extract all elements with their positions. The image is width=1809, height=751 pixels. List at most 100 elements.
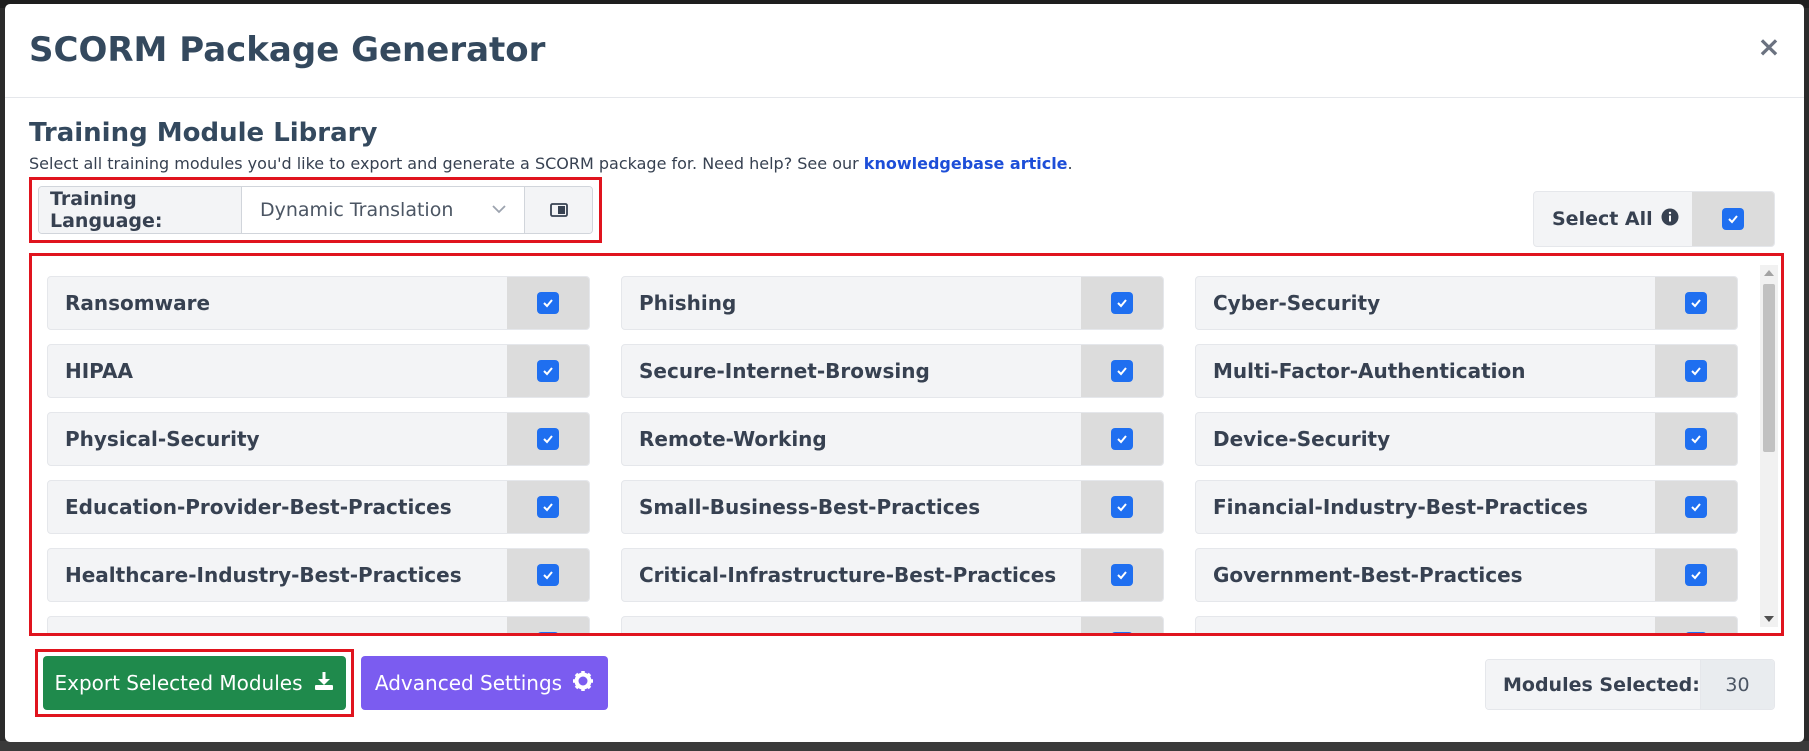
select-all-text: Select All	[1552, 208, 1653, 230]
select-all-group: Select All	[1533, 191, 1775, 247]
module-item: Critical-Infrastructure-Best-Practices	[621, 548, 1164, 602]
check-icon	[537, 428, 559, 450]
check-icon	[1111, 632, 1133, 633]
modules-selected-group: Modules Selected: 30	[1485, 659, 1775, 710]
download-icon	[313, 670, 335, 697]
info-icon[interactable]	[1661, 208, 1679, 231]
module-label: Small-Business-Best-Practices	[639, 495, 981, 519]
scroll-thumb[interactable]	[1763, 284, 1775, 452]
module-label	[1196, 617, 1655, 633]
language-label: Training Language:	[39, 187, 242, 233]
module-item: Healthcare-Industry-Best-Practices	[47, 548, 590, 602]
module-item: Device-Security	[1195, 412, 1738, 466]
module-item: Government-Best-Practices	[1195, 548, 1738, 602]
module-checkbox[interactable]	[1081, 413, 1163, 465]
module-item: Physical-Security	[47, 412, 590, 466]
module-label: Healthcare-Industry-Best-Practices	[65, 563, 462, 587]
backdrop-bottom	[0, 741, 1809, 751]
module-label: Secure-Internet-Browsing	[639, 359, 930, 383]
module-checkbox[interactable]	[1081, 481, 1163, 533]
check-icon	[537, 496, 559, 518]
module-checkbox[interactable]	[1081, 617, 1163, 633]
module-checkbox[interactable]	[1655, 617, 1737, 633]
modules-scrollbar[interactable]	[1760, 265, 1778, 627]
module-checkbox[interactable]	[1655, 277, 1737, 329]
module-label	[622, 617, 1081, 633]
modules-grid: Ransomware Phishing Cyber-Security HIPAA Sec…	[47, 276, 1745, 633]
module-label: Cyber-Security	[1213, 291, 1381, 315]
close-icon[interactable]: ×	[1754, 32, 1784, 62]
module-item: Small-Business-Best-Practices	[621, 480, 1164, 534]
module-item	[1195, 616, 1738, 633]
export-selected-modules-button[interactable]: Export Selected Modules	[43, 656, 346, 710]
check-icon	[1111, 428, 1133, 450]
check-icon	[1111, 360, 1133, 382]
advanced-settings-button[interactable]: Advanced Settings	[361, 656, 608, 710]
chevron-down-icon	[490, 200, 508, 223]
module-item: HIPAA	[47, 344, 590, 398]
module-label: Device-Security	[1213, 427, 1391, 451]
module-label: Government-Best-Practices	[1213, 563, 1523, 587]
module-checkbox[interactable]	[1081, 345, 1163, 397]
module-label: Phishing	[639, 291, 737, 315]
scorm-modal: SCORM Package Generator × Training Modul…	[5, 4, 1804, 742]
modal-header: SCORM Package Generator ×	[5, 4, 1804, 98]
module-checkbox[interactable]	[1081, 549, 1163, 601]
module-item: Education-Provider-Best-Practices	[47, 480, 590, 534]
knowledgebase-link[interactable]: knowledgebase article	[864, 154, 1068, 173]
check-icon	[537, 292, 559, 314]
gear-icon	[572, 670, 594, 697]
module-label: Education-Provider-Best-Practices	[65, 495, 452, 519]
check-icon	[1685, 564, 1707, 586]
module-item: Phishing	[621, 276, 1164, 330]
module-checkbox[interactable]	[1655, 549, 1737, 601]
advanced-label: Advanced Settings	[374, 671, 563, 695]
check-icon	[1685, 360, 1707, 382]
language-selected-value: Dynamic Translation	[260, 199, 454, 221]
module-item: Financial-Industry-Best-Practices	[1195, 480, 1738, 534]
module-checkbox[interactable]	[507, 549, 589, 601]
description-suffix: .	[1067, 154, 1073, 173]
module-checkbox[interactable]	[1081, 277, 1163, 329]
module-checkbox[interactable]	[507, 481, 589, 533]
module-item: Multi-Factor-Authentication	[1195, 344, 1738, 398]
language-highlight-box: Training Language: Dynamic Translation	[29, 177, 602, 243]
module-label: Ransomware	[65, 291, 211, 315]
module-checkbox[interactable]	[507, 413, 589, 465]
module-label: Critical-Infrastructure-Best-Practices	[639, 563, 1057, 587]
export-highlight-box: Export Selected Modules	[35, 649, 354, 717]
check-icon	[1722, 208, 1744, 230]
module-checkbox[interactable]	[1655, 481, 1737, 533]
module-label: Multi-Factor-Authentication	[1213, 359, 1526, 383]
description-text: Select all training modules you'd like t…	[29, 154, 864, 173]
check-icon	[537, 632, 559, 633]
select-all-label: Select All	[1534, 192, 1692, 246]
check-icon	[1111, 496, 1133, 518]
module-label: Financial-Industry-Best-Practices	[1213, 495, 1588, 519]
modules-selected-count: 30	[1701, 660, 1774, 709]
check-icon	[1685, 632, 1707, 633]
module-label: HIPAA	[65, 359, 133, 383]
modules-selected-label: Modules Selected:	[1486, 660, 1701, 709]
module-item: Remote-Working	[621, 412, 1164, 466]
module-checkbox[interactable]	[507, 277, 589, 329]
module-checkbox[interactable]	[1655, 345, 1737, 397]
module-label: Remote-Working	[639, 427, 827, 451]
book-icon[interactable]	[525, 187, 592, 233]
check-icon	[537, 360, 559, 382]
check-icon	[1111, 292, 1133, 314]
module-checkbox[interactable]	[507, 617, 589, 633]
scroll-up-icon[interactable]	[1764, 270, 1774, 276]
language-select[interactable]: Dynamic Translation	[242, 187, 525, 233]
check-icon	[1685, 292, 1707, 314]
check-icon	[537, 564, 559, 586]
module-item	[47, 616, 590, 633]
library-description: Select all training modules you'd like t…	[29, 154, 1073, 173]
scroll-down-icon[interactable]	[1764, 616, 1774, 622]
modules-highlight-box: Ransomware Phishing Cyber-Security HIPAA Sec…	[29, 253, 1784, 636]
select-all-checkbox[interactable]	[1692, 192, 1774, 246]
module-checkbox[interactable]	[507, 345, 589, 397]
module-checkbox[interactable]	[1655, 413, 1737, 465]
module-label	[48, 617, 507, 633]
module-item: Ransomware	[47, 276, 590, 330]
